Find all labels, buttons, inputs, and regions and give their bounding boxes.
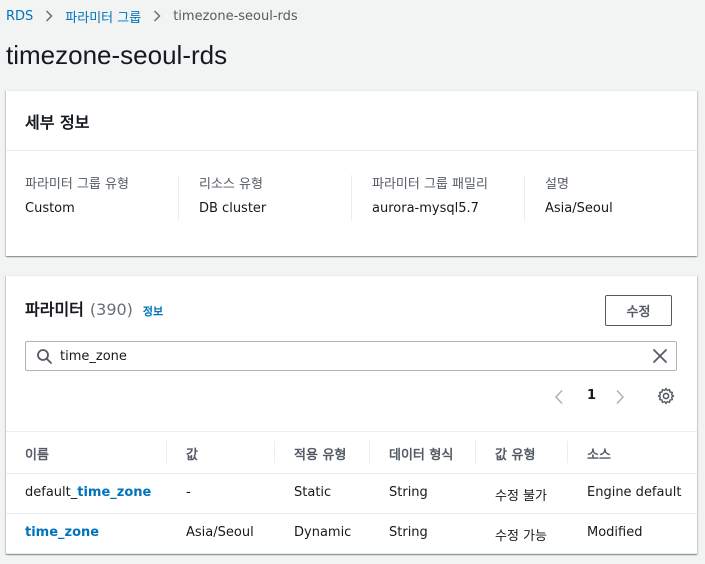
- column-divider: [567, 441, 568, 463]
- param-name-link[interactable]: time_zone: [77, 485, 151, 500]
- param-apply-type: Static: [294, 485, 332, 500]
- param-data-type: String: [389, 525, 428, 540]
- page-title: timezone-seoul-rds: [6, 40, 228, 70]
- param-value: Asia/Seoul: [186, 525, 254, 540]
- table-header: 이름 값 적용 유형 데이터 형식 값 유형 소스: [6, 431, 697, 474]
- chevron-left-icon[interactable]: [554, 389, 564, 409]
- parameters-table: 이름 값 적용 유형 데이터 형식 값 유형 소스 default_time_z…: [6, 431, 697, 554]
- page-number[interactable]: 1: [587, 388, 596, 403]
- breadcrumb: RDS 파라미터 그룹 timezone-seoul-rds: [6, 6, 298, 26]
- edit-button[interactable]: 수정: [605, 295, 672, 326]
- param-name: default_time_zone: [25, 485, 151, 500]
- parameters-count: (390): [89, 300, 133, 319]
- detail-value: Custom: [25, 201, 75, 216]
- chevron-right-icon[interactable]: [615, 389, 625, 409]
- param-value-type: 수정 불가: [495, 489, 547, 504]
- details-card: 세부 정보 파라미터 그룹 유형 Custom 리소스 유형 DB cluste…: [6, 90, 697, 256]
- detail-field-resource-type: 리소스 유형 DB cluster: [177, 173, 267, 221]
- param-value-type: 수정 가능: [495, 529, 547, 544]
- param-value: -: [186, 485, 191, 500]
- param-name-prefix: default_: [25, 485, 78, 500]
- detail-value: Asia/Seoul: [545, 201, 613, 216]
- detail-value: DB cluster: [199, 201, 267, 216]
- chevron-right-icon: [153, 10, 161, 22]
- detail-field-group-type: 파라미터 그룹 유형 Custom: [25, 173, 129, 221]
- detail-label: 설명: [545, 177, 569, 192]
- column-divider: [475, 441, 476, 463]
- search-input[interactable]: [60, 346, 640, 366]
- parameters-card: 파라미터 (390) 정보 수정 1 이름 값: [6, 275, 697, 554]
- param-data-type: String: [389, 485, 428, 500]
- detail-label: 파라미터 그룹 패밀리: [372, 177, 488, 192]
- breadcrumb-parameter-groups[interactable]: 파라미터 그룹: [65, 7, 141, 26]
- details-header: 세부 정보: [6, 91, 697, 151]
- detail-value: aurora-mysql5.7: [372, 201, 479, 216]
- table-row: default_time_zone - Static String 수정 불가 …: [6, 474, 697, 514]
- gear-icon[interactable]: [657, 387, 675, 409]
- param-name: time_zone: [25, 525, 99, 540]
- col-header-name[interactable]: 이름: [25, 444, 49, 463]
- column-divider: [369, 441, 370, 463]
- detail-label: 파라미터 그룹 유형: [25, 177, 129, 192]
- breadcrumb-current: timezone-seoul-rds: [173, 8, 298, 24]
- chevron-right-icon: [45, 10, 53, 22]
- col-header-data-type[interactable]: 데이터 형식: [389, 444, 453, 463]
- param-source: Modified: [587, 525, 643, 540]
- column-divider: [166, 441, 167, 463]
- parameters-title-text: 파라미터: [25, 300, 84, 319]
- search-field[interactable]: [25, 341, 677, 371]
- detail-field-family: 파라미터 그룹 패밀리 aurora-mysql5.7: [351, 173, 488, 221]
- info-link[interactable]: 정보: [143, 303, 163, 319]
- col-header-value-type[interactable]: 값 유형: [495, 444, 535, 463]
- detail-label: 리소스 유형: [199, 177, 263, 192]
- col-header-value[interactable]: 값: [186, 444, 198, 463]
- parameters-title: 파라미터 (390) 정보: [25, 296, 163, 320]
- col-header-apply-type[interactable]: 적용 유형: [294, 444, 346, 463]
- col-header-source[interactable]: 소스: [587, 444, 611, 463]
- param-apply-type: Dynamic: [294, 525, 352, 540]
- breadcrumb-rds[interactable]: RDS: [6, 9, 33, 24]
- param-name-link[interactable]: time_zone: [25, 525, 99, 540]
- column-divider: [274, 441, 275, 463]
- details-fields: 파라미터 그룹 유형 Custom 리소스 유형 DB cluster 파라미터…: [6, 151, 697, 256]
- detail-field-description: 설명 Asia/Seoul: [524, 173, 613, 221]
- param-source: Engine default: [587, 485, 682, 500]
- search-icon: [36, 348, 53, 365]
- table-row: time_zone Asia/Seoul Dynamic String 수정 가…: [6, 514, 697, 554]
- close-icon[interactable]: [652, 348, 668, 364]
